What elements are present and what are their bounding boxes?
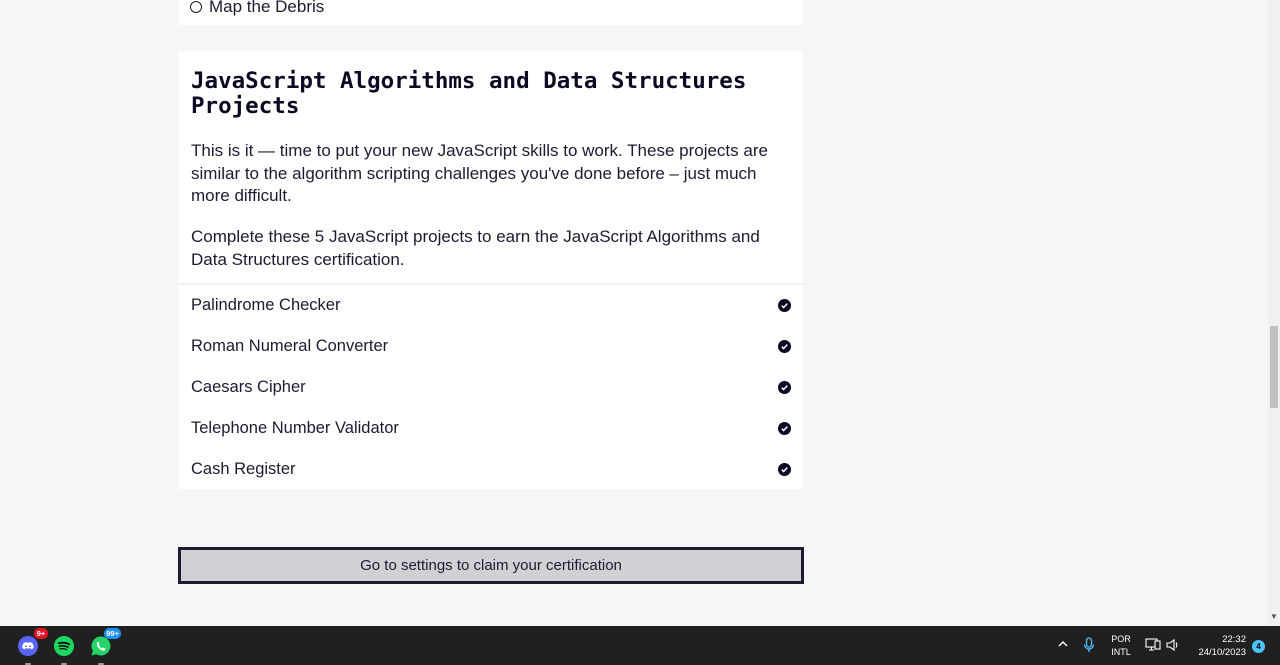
discord-badge: 9+ [34,628,48,639]
block-summary: Complete these 5 JavaScript projects to … [191,227,760,269]
completed-check-icon [778,340,791,353]
volume-icon[interactable] [1165,638,1181,657]
windows-taskbar: 9+ 99+ POR INTL 22:32 24/10/2023 4 [0,626,1280,665]
challenge-label: Cash Register [191,460,296,478]
incomplete-circle-icon [190,1,202,13]
language-code: POR [1111,634,1131,644]
keyboard-layout: INTL [1111,647,1131,657]
block-title: JavaScript Algorithms and Data Structure… [191,68,747,119]
taskbar-whatsapp[interactable]: 99+ [88,628,121,665]
page-viewport: Map the Debris JavaScript Algorithms and… [0,0,1280,626]
language-indicator[interactable]: POR INTL [1108,633,1134,659]
notification-count-badge[interactable]: 4 [1252,640,1265,653]
previous-challenge-label: Map the Debris [209,0,325,16]
taskbar-discord[interactable]: 9+ [15,628,48,665]
system-clock[interactable]: 22:32 24/10/2023 [1186,633,1246,659]
challenge-label: Caesars Cipher [191,378,306,396]
scrollbar-thumb[interactable] [1270,326,1278,408]
challenge-item[interactable]: Palindrome Checker [178,285,803,326]
whatsapp-badge: 99+ [104,628,121,639]
challenge-label: Telephone Number Validator [191,419,399,437]
completed-check-icon [778,381,791,394]
vertical-scrollbar[interactable]: ▼ [1268,0,1280,626]
spotify-icon [54,636,74,656]
block-intro: This is it — time to put your new JavaSc… [191,141,768,205]
clock-date: 24/10/2023 [1198,647,1246,658]
completed-check-icon [778,463,791,476]
completed-check-icon [778,299,791,312]
challenge-label: Palindrome Checker [191,296,341,314]
microphone-icon[interactable] [1083,637,1095,658]
network-icon[interactable] [1145,638,1161,657]
superblock-projects: JavaScript Algorithms and Data Structure… [178,51,803,489]
show-hidden-icons-chevron-up-icon[interactable] [1057,637,1069,655]
challenge-item[interactable]: Caesars Cipher [178,367,803,408]
challenge-item[interactable]: Roman Numeral Converter [178,326,803,367]
challenge-label: Roman Numeral Converter [191,337,389,355]
discord-icon [18,636,38,656]
completed-check-icon [778,422,791,435]
clock-time: 22:32 [1222,634,1246,645]
challenge-item[interactable]: Cash Register [178,449,803,490]
previous-challenge-item[interactable]: Map the Debris [190,0,324,17]
taskbar-spotify[interactable] [51,633,77,665]
claim-certification-button[interactable]: Go to settings to claim your certificati… [178,547,804,584]
scroll-down-arrow-icon[interactable]: ▼ [1270,612,1278,622]
challenge-item[interactable]: Telephone Number Validator [178,408,803,449]
